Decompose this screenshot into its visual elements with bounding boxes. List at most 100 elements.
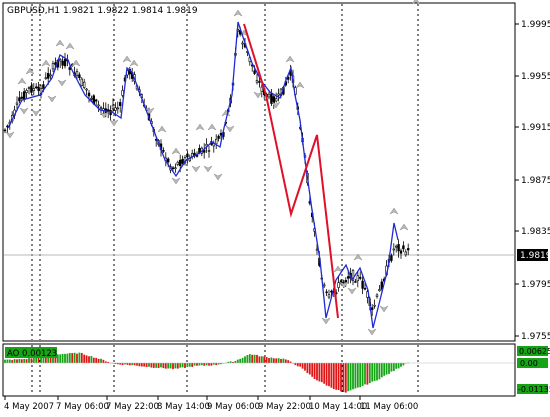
ao-bar bbox=[390, 363, 393, 372]
ao-bar bbox=[265, 357, 268, 363]
candle-body bbox=[80, 78, 84, 86]
ao-bar bbox=[131, 363, 134, 366]
ao-bar bbox=[167, 363, 170, 369]
ao-bar bbox=[260, 356, 263, 363]
candle-body bbox=[358, 276, 362, 279]
candle-body bbox=[97, 104, 100, 107]
candle-body bbox=[217, 135, 220, 139]
candle-body bbox=[392, 248, 395, 251]
ao-bar bbox=[347, 363, 350, 392]
ao-bar bbox=[140, 363, 143, 367]
candle-body bbox=[51, 63, 55, 70]
candle-body bbox=[162, 149, 165, 152]
ao-bar bbox=[95, 357, 98, 363]
candle-body bbox=[90, 97, 93, 100]
ao-bar bbox=[354, 363, 357, 389]
ao-bar bbox=[256, 354, 258, 363]
candle-body bbox=[37, 86, 40, 91]
ao-bar bbox=[11, 360, 14, 363]
ao-bar bbox=[83, 354, 86, 363]
price-label: 1.9755 bbox=[521, 332, 550, 342]
time-label: 10 May 14:00 bbox=[309, 402, 367, 412]
ao-bar bbox=[359, 363, 362, 388]
candle-body bbox=[114, 107, 117, 111]
candle-body bbox=[27, 87, 31, 90]
ao-bar bbox=[248, 354, 251, 363]
ao-bar bbox=[198, 363, 201, 366]
price-chart-frame bbox=[2, 2, 516, 342]
candle-body bbox=[215, 138, 218, 145]
current-price-tag: 1.9819 bbox=[517, 249, 550, 261]
ao-bar bbox=[210, 363, 213, 366]
ao-bar bbox=[186, 363, 189, 367]
ao-bar bbox=[155, 363, 158, 368]
price-label: 1.9955 bbox=[521, 72, 550, 82]
ao-bar bbox=[184, 363, 186, 368]
time-label: 4 May 2007 bbox=[4, 402, 54, 412]
ao-bar bbox=[335, 363, 338, 390]
ao-bar bbox=[16, 359, 18, 363]
ao-scale: 0.00625 0.00 -0.01135 bbox=[517, 346, 550, 394]
candle-body bbox=[363, 287, 367, 290]
ao-bar bbox=[296, 363, 299, 367]
ao-bar bbox=[143, 363, 146, 367]
ao-bar bbox=[20, 359, 23, 363]
ao-bar bbox=[85, 355, 88, 363]
chart-title: GBPUSD,H1 1.9821 1.9822 1.9814 1.9819 bbox=[7, 6, 198, 16]
ao-bar bbox=[71, 353, 74, 363]
price-label: 1.9875 bbox=[521, 176, 550, 186]
ao-bar bbox=[236, 359, 239, 363]
ao-bar bbox=[4, 359, 6, 363]
candle-body bbox=[344, 280, 347, 283]
time-label: 9 May 22:00 bbox=[258, 402, 311, 412]
ao-bar bbox=[244, 356, 246, 363]
candle-body bbox=[394, 245, 398, 248]
ao-bar bbox=[138, 363, 141, 367]
candle-body bbox=[61, 60, 64, 66]
candle-body bbox=[83, 81, 86, 88]
ao-bar bbox=[61, 353, 64, 363]
candle-body bbox=[219, 132, 223, 136]
chart-window[interactable]: 1.9995 1.9955 1.9915 1.9875 1.9835 1.979… bbox=[0, 0, 550, 413]
ao-bar bbox=[157, 363, 160, 368]
ao-bar bbox=[8, 359, 11, 363]
ao-level-label: -0.01135 bbox=[518, 385, 550, 394]
ao-bar bbox=[13, 359, 16, 363]
ao-bar bbox=[121, 363, 124, 366]
ao-bar bbox=[100, 358, 102, 363]
ao-level-label: 0.00625 bbox=[519, 347, 550, 356]
ao-bar bbox=[383, 363, 386, 376]
candle-body bbox=[274, 98, 278, 102]
time-label: 7 May 22:00 bbox=[106, 402, 159, 412]
candle-body bbox=[42, 84, 45, 89]
candle-body bbox=[373, 304, 376, 307]
ao-bar bbox=[378, 363, 381, 380]
ao-bar bbox=[229, 361, 232, 363]
ao-bar bbox=[313, 363, 316, 380]
ao-bar bbox=[373, 363, 376, 381]
ao-bar bbox=[356, 363, 359, 388]
ao-bar bbox=[280, 359, 282, 363]
ao-bar bbox=[126, 363, 129, 365]
ao-bar bbox=[97, 358, 100, 363]
chart-canvas[interactable]: 1.9995 1.9955 1.9915 1.9875 1.9835 1.979… bbox=[0, 0, 550, 413]
candle-body bbox=[87, 92, 91, 97]
candle-body bbox=[325, 291, 328, 294]
candle-body bbox=[337, 282, 340, 288]
candle-body bbox=[327, 294, 331, 298]
ao-bar bbox=[395, 363, 398, 369]
ao-bar bbox=[30, 358, 33, 363]
ao-bar bbox=[191, 363, 194, 367]
ao-bar bbox=[270, 357, 273, 363]
ao-bar bbox=[308, 363, 311, 375]
candle-body bbox=[406, 248, 410, 251]
price-label: 1.9795 bbox=[521, 280, 550, 290]
candle-body bbox=[322, 284, 326, 287]
price-label: 1.9915 bbox=[521, 123, 550, 133]
candle-body bbox=[119, 102, 122, 106]
candle-body bbox=[32, 88, 36, 91]
ao-bar bbox=[323, 363, 326, 384]
ao-bar bbox=[364, 363, 366, 385]
price-scale: 1.9995 1.9955 1.9915 1.9875 1.9835 1.979… bbox=[521, 20, 550, 342]
candle-body bbox=[15, 102, 19, 105]
